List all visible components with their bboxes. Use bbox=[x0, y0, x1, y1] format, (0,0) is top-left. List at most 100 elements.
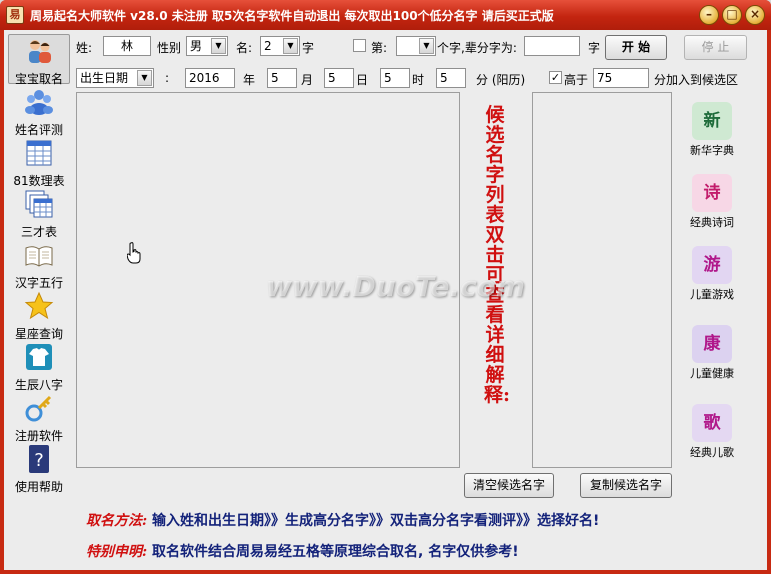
generation-char-suffix: 字 bbox=[588, 41, 601, 55]
right-item-poems[interactable]: 诗 经典诗词 bbox=[683, 174, 741, 230]
hour-label: 时 bbox=[412, 73, 425, 87]
poem-icon: 诗 bbox=[692, 174, 732, 212]
gender-value: 男 bbox=[190, 39, 203, 53]
fixed-char-checkbox[interactable] bbox=[353, 39, 366, 52]
table-icon bbox=[26, 140, 52, 166]
chevron-down-icon: ▼ bbox=[211, 38, 226, 54]
star-icon bbox=[24, 291, 54, 320]
sidebar-item-five-elements[interactable]: 汉字五行 bbox=[8, 239, 70, 290]
month-label: 月 bbox=[301, 73, 314, 87]
sidebar-item-name-evaluation[interactable]: 姓名评测 bbox=[8, 86, 70, 137]
sidebar: 宝宝取名 姓名评测 81数理表 三才表 汉字五行 星座查询 生辰八字 注册软件 … bbox=[4, 30, 74, 570]
score-suffix: 分加入到候选区 bbox=[654, 73, 739, 87]
sidebar-item-label: 81数理表 bbox=[13, 174, 65, 188]
method-line: 取名方法: 输入姓和出生日期》》生成高分名字》》双击高分名字看测评》》选择好名! bbox=[86, 510, 599, 530]
generation-char-input[interactable] bbox=[524, 36, 580, 56]
start-button[interactable]: 开 始 bbox=[605, 35, 667, 60]
song-icon: 歌 bbox=[692, 404, 732, 442]
chevron-down-icon: ▼ bbox=[283, 38, 298, 54]
score-threshold-input[interactable]: 75 bbox=[593, 68, 649, 88]
candidate-names-list[interactable] bbox=[532, 92, 672, 468]
maximize-button[interactable]: □ bbox=[722, 5, 742, 25]
name-count-value: 2 bbox=[264, 39, 272, 53]
right-item-label: 经典诗词 bbox=[690, 216, 734, 229]
minute-input[interactable]: 5 bbox=[436, 68, 466, 88]
day-label: 日 bbox=[356, 73, 369, 87]
sidebar-item-label: 生辰八字 bbox=[14, 378, 63, 392]
right-item-health[interactable]: 康 儿童健康 bbox=[683, 325, 741, 381]
book-icon bbox=[25, 246, 53, 267]
score-threshold-checkbox[interactable]: ✓ bbox=[549, 71, 562, 84]
method-heading: 取名方法: bbox=[86, 513, 148, 529]
fixed-char-suffix: 个字,辈分字为: bbox=[437, 41, 517, 55]
sidebar-item-label: 宝宝取名 bbox=[14, 72, 63, 86]
sidebar-item-constellation[interactable]: 星座查询 bbox=[8, 290, 70, 341]
method-text: 输入姓和出生日期》》生成高分名字》》双击高分名字看测评》》选择好名! bbox=[152, 513, 600, 529]
surname-label: 姓: bbox=[76, 41, 93, 55]
score-above-label: 高于 bbox=[564, 73, 589, 87]
sidebar-item-label: 汉字五行 bbox=[14, 276, 63, 290]
baby-icon bbox=[29, 40, 51, 63]
key-icon bbox=[25, 395, 52, 422]
year-label: 年 bbox=[243, 73, 256, 87]
year-input[interactable]: 2016 bbox=[185, 68, 235, 88]
fixed-char-position-select[interactable]: ▼ bbox=[396, 36, 436, 56]
chevron-down-icon: ▼ bbox=[419, 38, 434, 54]
hour-input[interactable]: 5 bbox=[380, 68, 410, 88]
right-item-games[interactable]: 游 儿童游戏 bbox=[683, 246, 741, 302]
notice-text: 取名软件结合周易易经五格等原理综合取名, 名字仅供参考! bbox=[152, 544, 519, 560]
right-item-songs[interactable]: 歌 经典儿歌 bbox=[683, 404, 741, 460]
candidate-hint: 候选名字列表双击可查看详细解释: bbox=[484, 104, 511, 406]
right-item-label: 新华字典 bbox=[690, 144, 734, 157]
sidebar-item-81-table[interactable]: 81数理表 bbox=[8, 137, 70, 188]
sidebar-item-label: 三才表 bbox=[20, 225, 57, 239]
fixed-char-label: 第: bbox=[371, 41, 388, 55]
sidebar-item-label: 星座查询 bbox=[14, 327, 63, 341]
close-button[interactable]: × bbox=[745, 5, 765, 25]
minute-label: 分 (阳历) bbox=[476, 73, 526, 87]
app-window: 易 周易起名大师软件 v28.0 未注册 取5次名字软件自动退出 每次取出100… bbox=[0, 0, 771, 574]
table-stack-icon bbox=[25, 190, 53, 218]
sidebar-item-label: 姓名评测 bbox=[14, 123, 63, 137]
watermark: www.DuoTe.com bbox=[266, 270, 525, 303]
shirt-icon bbox=[26, 344, 52, 370]
right-item-label: 儿童游戏 bbox=[690, 288, 734, 301]
month-input[interactable]: 5 bbox=[267, 68, 297, 88]
date-type-value: 出生日期 bbox=[80, 71, 129, 85]
name-count-select[interactable]: 2 ▼ bbox=[260, 36, 300, 56]
sidebar-item-three-talents[interactable]: 三才表 bbox=[8, 188, 70, 239]
game-icon: 游 bbox=[692, 246, 732, 284]
right-item-dictionary[interactable]: 新 新华字典 bbox=[683, 102, 741, 158]
window-title: 周易起名大师软件 v28.0 未注册 取5次名字软件自动退出 每次取出100个低… bbox=[30, 9, 554, 23]
name-count-label: 名: bbox=[236, 41, 253, 55]
gender-label: 性别 bbox=[157, 41, 182, 55]
sidebar-item-baby-naming[interactable]: 宝宝取名 bbox=[8, 34, 70, 86]
chevron-down-icon: ▼ bbox=[137, 70, 152, 86]
day-input[interactable]: 5 bbox=[324, 68, 354, 88]
help-icon: ? bbox=[29, 445, 49, 473]
surname-input[interactable]: 林 bbox=[103, 36, 151, 56]
date-colon: : bbox=[165, 71, 170, 85]
sidebar-item-register[interactable]: 注册软件 bbox=[8, 392, 70, 443]
sidebar-item-label: 注册软件 bbox=[14, 429, 63, 443]
people-icon bbox=[25, 90, 53, 115]
health-icon: 康 bbox=[692, 325, 732, 363]
copy-candidates-button[interactable]: 复制候选名字 bbox=[580, 473, 672, 498]
sidebar-item-help[interactable]: ? 使用帮助 bbox=[8, 443, 70, 494]
notice-heading: 特别申明: bbox=[86, 544, 148, 560]
name-count-suffix: 字 bbox=[302, 41, 315, 55]
sidebar-item-bazi[interactable]: 生辰八字 bbox=[8, 341, 70, 392]
right-item-label: 经典儿歌 bbox=[690, 446, 734, 459]
sidebar-item-label: 使用帮助 bbox=[14, 480, 63, 494]
title-bar: 易 周易起名大师软件 v28.0 未注册 取5次名字软件自动退出 每次取出100… bbox=[0, 0, 771, 30]
date-type-select[interactable]: 出生日期 ▼ bbox=[76, 68, 154, 88]
hand-cursor-icon bbox=[127, 242, 141, 264]
app-icon: 易 bbox=[6, 6, 24, 24]
dictionary-icon: 新 bbox=[692, 102, 732, 140]
gender-select[interactable]: 男 ▼ bbox=[186, 36, 228, 56]
clear-candidates-button[interactable]: 清空候选名字 bbox=[464, 473, 554, 498]
svg-text:?: ? bbox=[34, 450, 44, 471]
minimize-button[interactable]: – bbox=[699, 5, 719, 25]
stop-button[interactable]: 停 止 bbox=[684, 35, 747, 60]
notice-line: 特别申明: 取名软件结合周易易经五格等原理综合取名, 名字仅供参考! bbox=[86, 541, 519, 561]
